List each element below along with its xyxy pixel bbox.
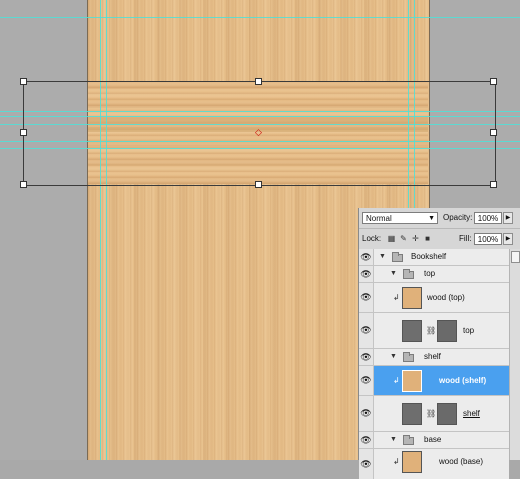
- opacity-field[interactable]: 100%: [474, 212, 502, 224]
- expand-triangle-icon[interactable]: ▼: [390, 353, 397, 360]
- layer-name: wood (shelf): [439, 376, 487, 385]
- lock-all-icon[interactable]: ■: [423, 234, 432, 243]
- fill-field[interactable]: 100%: [474, 233, 502, 245]
- eye-icon[interactable]: 👁: [359, 283, 374, 312]
- folder-icon: [403, 435, 414, 445]
- opacity-slider-button[interactable]: ▶: [503, 212, 513, 224]
- lock-options-row: Lock: ▦ ✎ ✛ ■ Fill: 100% ▶: [359, 229, 520, 250]
- layer-group-shelf[interactable]: 👁 ▼ shelf: [359, 349, 509, 366]
- layer-group-top[interactable]: 👁 ▼ top: [359, 266, 509, 283]
- transform-handle-middle-left[interactable]: [20, 129, 27, 136]
- eye-icon[interactable]: 👁: [359, 313, 374, 348]
- link-icon[interactable]: ⛓: [426, 326, 436, 335]
- layer-thumbnail: [402, 370, 422, 392]
- layer-name: top: [463, 326, 475, 335]
- vector-mask-thumbnail: [437, 320, 457, 342]
- lock-image-pixels-icon[interactable]: ✎: [399, 234, 408, 243]
- transform-center-point-icon[interactable]: ◇: [255, 128, 262, 137]
- layer-name: wood (top): [427, 293, 465, 302]
- layer-wood-shelf[interactable]: 👁 ↲ wood (shelf): [359, 366, 509, 396]
- transform-handle-middle-right[interactable]: [490, 129, 497, 136]
- layer-wood-base[interactable]: 👁 ↲ wood (base): [359, 449, 509, 479]
- layer-thumbnail: [402, 287, 422, 309]
- expand-triangle-icon[interactable]: ▼: [390, 270, 397, 277]
- layer-name: wood (base): [439, 457, 484, 466]
- guide-horizontal[interactable]: [0, 17, 520, 18]
- transform-handle-top-left[interactable]: [20, 78, 27, 85]
- expand-triangle-icon[interactable]: ▼: [390, 436, 397, 443]
- lock-transparent-pixels-icon[interactable]: ▦: [387, 234, 396, 243]
- layers-scrollbar[interactable]: [509, 249, 520, 460]
- transform-handle-bottom-center[interactable]: [255, 181, 262, 188]
- blend-mode-select[interactable]: Normal ▼: [362, 212, 438, 224]
- eye-icon[interactable]: 👁: [359, 266, 374, 282]
- vector-mask-thumbnail: [437, 403, 457, 425]
- opacity-label: Opacity:: [443, 213, 473, 222]
- blend-mode-value: Normal: [366, 214, 392, 223]
- chevron-down-icon: ▼: [428, 215, 435, 222]
- eye-icon[interactable]: 👁: [359, 249, 374, 265]
- eye-icon[interactable]: 👁: [359, 396, 374, 431]
- layer-thumbnail: [402, 403, 422, 425]
- layer-group-base[interactable]: 👁 ▼ base: [359, 432, 509, 449]
- transform-handle-top-right[interactable]: [490, 78, 497, 85]
- guide-vertical[interactable]: [106, 0, 107, 460]
- eye-icon[interactable]: 👁: [359, 366, 374, 395]
- folder-icon: [403, 269, 414, 279]
- eye-icon[interactable]: 👁: [359, 349, 374, 365]
- fill-label: Fill:: [459, 234, 472, 243]
- guide-vertical[interactable]: [100, 0, 101, 460]
- clipping-arrow-icon: ↲: [393, 293, 400, 302]
- layer-name: shelf: [424, 352, 441, 361]
- transform-handle-top-center[interactable]: [255, 78, 262, 85]
- expand-triangle-icon[interactable]: ▼: [379, 253, 386, 260]
- scrollbar-thumb[interactable]: [511, 251, 520, 263]
- transform-handle-bottom-left[interactable]: [20, 181, 27, 188]
- transform-handle-bottom-right[interactable]: [490, 181, 497, 188]
- eye-icon[interactable]: 👁: [359, 432, 374, 448]
- folder-icon: [403, 352, 414, 362]
- layer-group-bookshelf[interactable]: 👁 ▼ Bookshelf: [359, 249, 509, 266]
- layer-shape-top[interactable]: 👁 ⛓ top: [359, 313, 509, 349]
- layers-panel: Normal ▼ Opacity: 100% ▶ Lock: ▦ ✎ ✛ ■ F…: [358, 208, 520, 479]
- layer-wood-top[interactable]: 👁 ↲ wood (top): [359, 283, 509, 313]
- link-icon[interactable]: ⛓: [426, 409, 436, 418]
- layer-thumbnail: [402, 451, 422, 473]
- layers-list: 👁 ▼ Bookshelf 👁 ▼ top 👁 ↲ wood (top) 👁 ⛓…: [359, 249, 520, 479]
- layer-name: base: [424, 435, 442, 444]
- layer-name: top: [424, 269, 436, 278]
- layer-thumbnail: [402, 320, 422, 342]
- lock-label: Lock:: [362, 234, 382, 243]
- blend-options-row: Normal ▼ Opacity: 100% ▶: [359, 208, 520, 229]
- eye-icon[interactable]: 👁: [359, 449, 374, 479]
- clipping-arrow-icon: ↲: [393, 376, 400, 385]
- clipping-arrow-icon: ↲: [393, 457, 400, 466]
- layer-name: shelf: [463, 409, 480, 418]
- lock-position-icon[interactable]: ✛: [411, 234, 420, 243]
- fill-slider-button[interactable]: ▶: [503, 233, 513, 245]
- layer-name: Bookshelf: [411, 252, 447, 261]
- layer-shape-shelf[interactable]: 👁 ⛓ shelf: [359, 396, 509, 432]
- folder-icon: [392, 252, 403, 262]
